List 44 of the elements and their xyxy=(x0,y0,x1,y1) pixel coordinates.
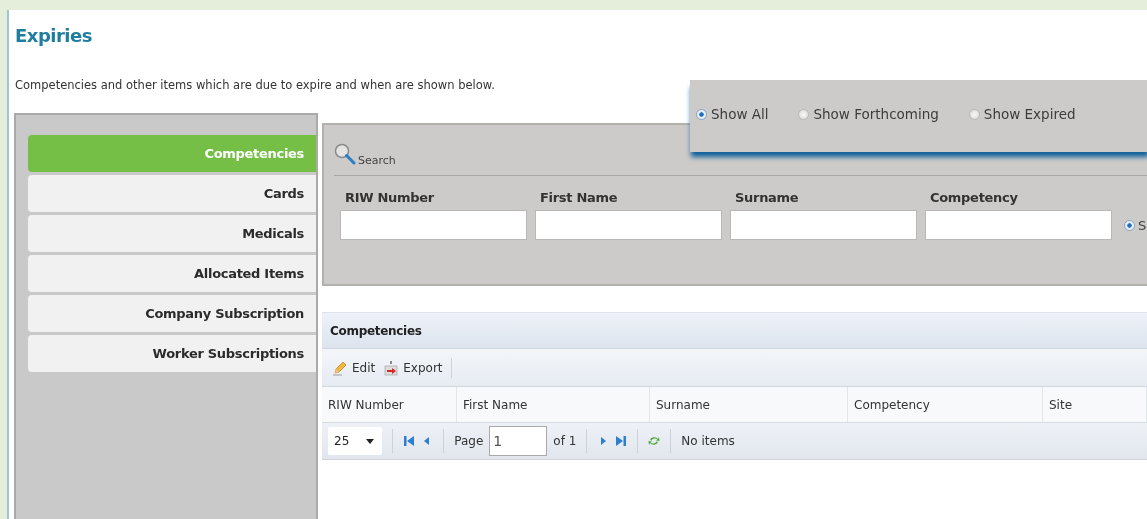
radio-label: S xyxy=(1138,217,1147,233)
input-field[interactable] xyxy=(925,210,1112,240)
sidebar-item[interactable]: Allocated Items xyxy=(28,255,316,292)
page-count: of 1 xyxy=(553,434,577,448)
radio-label: Show Expired xyxy=(983,106,1076,122)
input-field[interactable] xyxy=(535,210,722,240)
field-label: Surname xyxy=(734,190,800,205)
edit-button[interactable]: Edit xyxy=(328,357,380,378)
refresh-icon[interactable] xyxy=(648,435,661,447)
sidebar-item[interactable]: Medicals xyxy=(28,215,316,252)
page-size-dropdown[interactable]: 25 xyxy=(328,427,383,455)
column-header[interactable]: Site xyxy=(1043,387,1147,422)
column-header[interactable]: RIW Number xyxy=(322,387,457,422)
column-header[interactable]: First Name xyxy=(457,387,650,422)
search-icon xyxy=(334,143,356,165)
page-title: Expiries xyxy=(14,24,93,48)
page-label: Page xyxy=(454,434,484,448)
page-number-field[interactable]: 1 xyxy=(489,426,548,456)
pager-status: No items xyxy=(681,434,735,448)
column-header[interactable]: Surname xyxy=(650,387,848,422)
first-page-icon[interactable] xyxy=(403,435,416,447)
input-field[interactable] xyxy=(340,210,527,240)
page-description: Competencies and other items which are due to expire and when are shown below. xyxy=(14,77,496,94)
sidebar-item[interactable]: Worker Subscriptions xyxy=(28,335,316,372)
search-heading: Search xyxy=(358,154,396,167)
radio-label: Show All xyxy=(711,106,769,122)
field-label: First Name xyxy=(539,190,619,205)
grid-title: Competencies xyxy=(330,323,422,338)
caret-icon xyxy=(366,438,375,444)
radio-label: Show Forthcoming xyxy=(813,106,939,122)
export-button[interactable]: Export xyxy=(379,357,452,378)
radio-button[interactable] xyxy=(968,108,980,120)
radio-button[interactable] xyxy=(798,108,810,120)
sidebar-item[interactable]: Company Subscription xyxy=(28,295,316,332)
sidebar-item[interactable]: Cards xyxy=(28,175,316,212)
field-label: RIW Number xyxy=(344,190,435,205)
field-label: Competency xyxy=(929,190,1019,205)
radio-button[interactable] xyxy=(696,108,707,120)
radio-button[interactable] xyxy=(1124,219,1135,231)
last-page-icon[interactable] xyxy=(615,435,628,447)
export-icon xyxy=(383,359,400,376)
column-header[interactable]: Competency xyxy=(848,387,1043,422)
input-field[interactable] xyxy=(730,210,917,240)
pencil-icon xyxy=(332,359,348,376)
